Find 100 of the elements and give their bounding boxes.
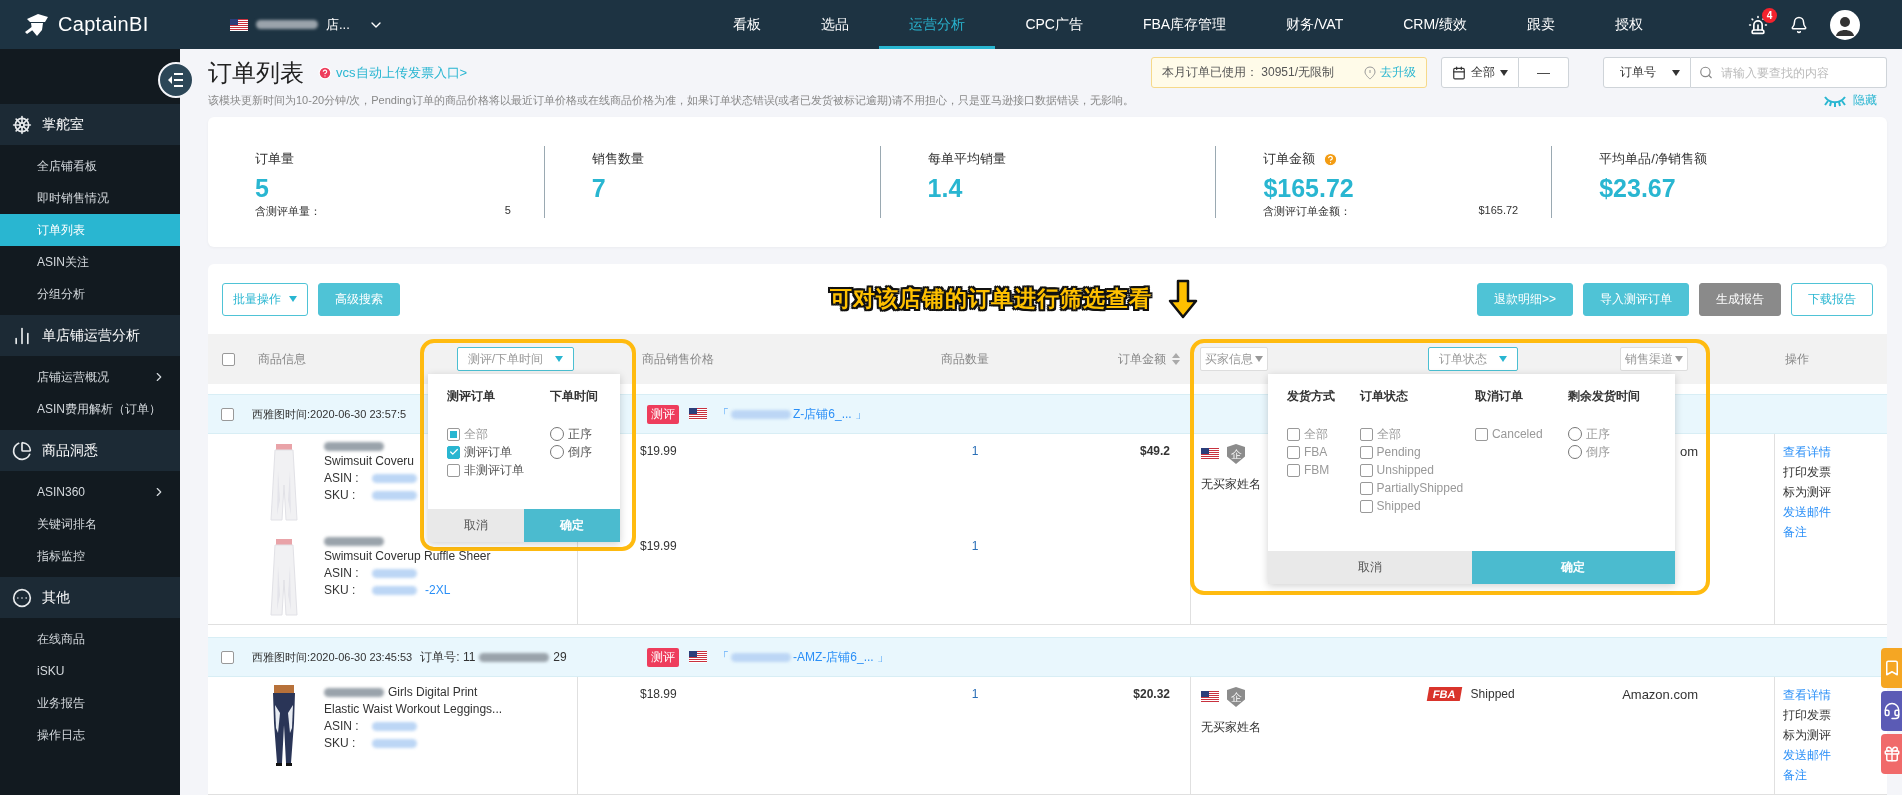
brand-name: CaptainBI [58, 13, 149, 36]
quantity-cell: 1 [971, 539, 979, 553]
stat-sub-label: 含测评单量： [255, 204, 321, 219]
option-label: Pending [1376, 445, 1421, 459]
quantity-cell: 1 [971, 687, 979, 701]
filter-group-title: 发货方式 [1287, 388, 1336, 405]
nav-tab[interactable]: 财务/VAT [1256, 0, 1374, 49]
sidebar-item[interactable]: ASIN费用解析（订单） [0, 393, 180, 425]
cancel-button[interactable]: 取消 [428, 509, 524, 542]
search-field[interactable]: 请输入要查找的内容 [1691, 57, 1887, 88]
option-label: 正序 [1585, 425, 1610, 443]
column-header: 商品数量 [941, 350, 989, 368]
column-header: 商品信息 [258, 350, 306, 368]
product-title: Swimsuit Coverup Ruffle Sheer [324, 549, 491, 563]
nav-tab[interactable]: FBA库存管理 [1112, 0, 1257, 49]
stat-label: 每单平均销量 [927, 150, 1006, 168]
sidebar-item[interactable]: ASIN关注 [0, 246, 180, 278]
order-amount: $49.2 [1139, 444, 1170, 458]
sidebar-item[interactable]: iSKU [0, 655, 180, 687]
column-header: 商品销售价格 [642, 350, 714, 368]
action-link[interactable]: 标为测评 [1783, 727, 1879, 744]
sidebar-item[interactable]: 店铺运营概况 [0, 361, 180, 393]
sku-label: SKU : [324, 583, 357, 597]
sidebar-section[interactable]: 其他 [0, 577, 180, 618]
nav-tab[interactable]: CRM/绩效 [1373, 0, 1497, 49]
section-title: 单店铺运营分析 [42, 326, 140, 345]
sidebar-item[interactable]: 关键词排名 [0, 508, 180, 540]
action-link[interactable]: 发送邮件 [1783, 504, 1879, 521]
sidebar-section[interactable]: 单店铺运营分析 [0, 315, 180, 356]
filter-group-title: 剩余发货时间 [1567, 388, 1641, 405]
stat-value: 1.4 [927, 174, 964, 202]
nav-tab[interactable]: 看板 [703, 0, 792, 49]
order-status: Shipped [1470, 687, 1515, 701]
sidebar-item[interactable]: 在线商品 [0, 623, 180, 655]
stat-value: 7 [591, 174, 607, 202]
option-label: 全部 [1376, 425, 1401, 443]
filter-group-title: 下单时间 [549, 388, 599, 405]
sales-channel: Amazon.com [1621, 687, 1698, 702]
notice-text: 该模块更新时间为10-20分钟/次，Pending订单的商品价格将以最近订单价格或在线商品价格为准，如果订单状态错误(或者已发货被标记逾期)请不用担心，只是亚马逊接口数据错误，无影响。 [208, 93, 1134, 108]
option-label: 全部 [1304, 425, 1328, 443]
cancel-button[interactable]: 取消 [1268, 551, 1472, 584]
page-title: 订单列表 [208, 57, 304, 88]
product-title: Elastic Waist Workout Leggings... [324, 702, 503, 716]
stat-sub-value: 5 [504, 204, 511, 218]
sidebar-section[interactable]: 掌舵室 [0, 104, 180, 145]
search-field-select[interactable]: 订单号 [1603, 57, 1691, 88]
option-label: 测评订单 [464, 443, 512, 461]
store-selector[interactable]: 店... [230, 0, 384, 49]
option-label: PartiallyShipped [1376, 481, 1464, 495]
order-time: 西雅图时间:2020-06-30 23:45:53 [252, 649, 413, 665]
review-badge: 测评 [647, 404, 679, 424]
business-badge: 企 [1227, 444, 1245, 464]
product-title: Girls Digital Print [324, 685, 503, 699]
nav-tab[interactable]: 授权 [1585, 0, 1673, 49]
nav-tab[interactable]: 选品 [791, 0, 880, 49]
sidebar-item[interactable]: 即时销售情况 [0, 182, 180, 214]
nav-tab[interactable]: 跟卖 [1497, 0, 1585, 49]
sidebar-item[interactable]: 全店铺看板 [0, 150, 180, 182]
order-number: 订单号: 11 29 [420, 648, 567, 666]
sidebar-item[interactable]: 业务报告 [0, 687, 180, 719]
date-range-select[interactable]: 全部 [1441, 57, 1519, 88]
column-header: 订单金额 [1118, 350, 1166, 368]
sku-label: SKU : [324, 736, 357, 750]
option-label: 倒序 [1585, 443, 1610, 461]
option-label: FBA [1304, 445, 1328, 459]
stat-value: 5 [255, 174, 270, 202]
stat-label: 订单量 [255, 150, 294, 168]
date-end-field[interactable]: — [1519, 57, 1569, 88]
sidebar-item[interactable]: 分组分析 [0, 278, 180, 310]
action-link[interactable]: 发送邮件 [1783, 747, 1879, 764]
quantity-cell: 1 [971, 444, 979, 458]
option-label: FBM [1304, 463, 1330, 477]
stat-label: 订单金额 [1263, 150, 1316, 168]
sidebar-item[interactable]: 指标监控 [0, 540, 180, 572]
option-label: 正序 [567, 425, 592, 443]
stat-value: $23.67 [1599, 174, 1677, 202]
buyer-name: 无买家姓名 [1201, 719, 1261, 736]
nav-tab[interactable]: CPC广告 [995, 0, 1113, 49]
section-title: 掌舵室 [42, 115, 84, 134]
option-label: Canceled [1491, 427, 1543, 441]
stat-label: 平均单品/净销售额 [1599, 150, 1707, 168]
action-link[interactable]: 打印发票 [1783, 464, 1879, 481]
stat-label: 销售数量 [591, 150, 644, 168]
sidebar-section[interactable]: 商品洞悉 [0, 430, 180, 471]
action-link[interactable]: 打印发票 [1783, 707, 1879, 724]
price-cell: $18.99 [640, 687, 677, 701]
price-cell: $19.99 [640, 539, 677, 553]
stat-value: $165.72 [1263, 174, 1355, 202]
asin-label: ASIN : [324, 566, 360, 580]
alert-count: 4 [1762, 7, 1777, 23]
sidebar-item[interactable]: 操作日志 [0, 719, 180, 751]
annotation-text: 可对该店铺的订单进行筛选查看 [830, 285, 1152, 313]
review-badge: 测评 [647, 647, 679, 667]
sidebar-item[interactable]: ASIN360 [0, 476, 180, 508]
product-title: Swimsuit Coveru [324, 454, 416, 468]
price-cell: $19.99 [640, 444, 677, 458]
search-input[interactable]: 请输入要查找的内容 [1719, 64, 1878, 81]
order-amount: $20.32 [1133, 687, 1170, 701]
action-link[interactable]: 标为测评 [1783, 484, 1879, 501]
section-title: 其他 [42, 588, 70, 607]
